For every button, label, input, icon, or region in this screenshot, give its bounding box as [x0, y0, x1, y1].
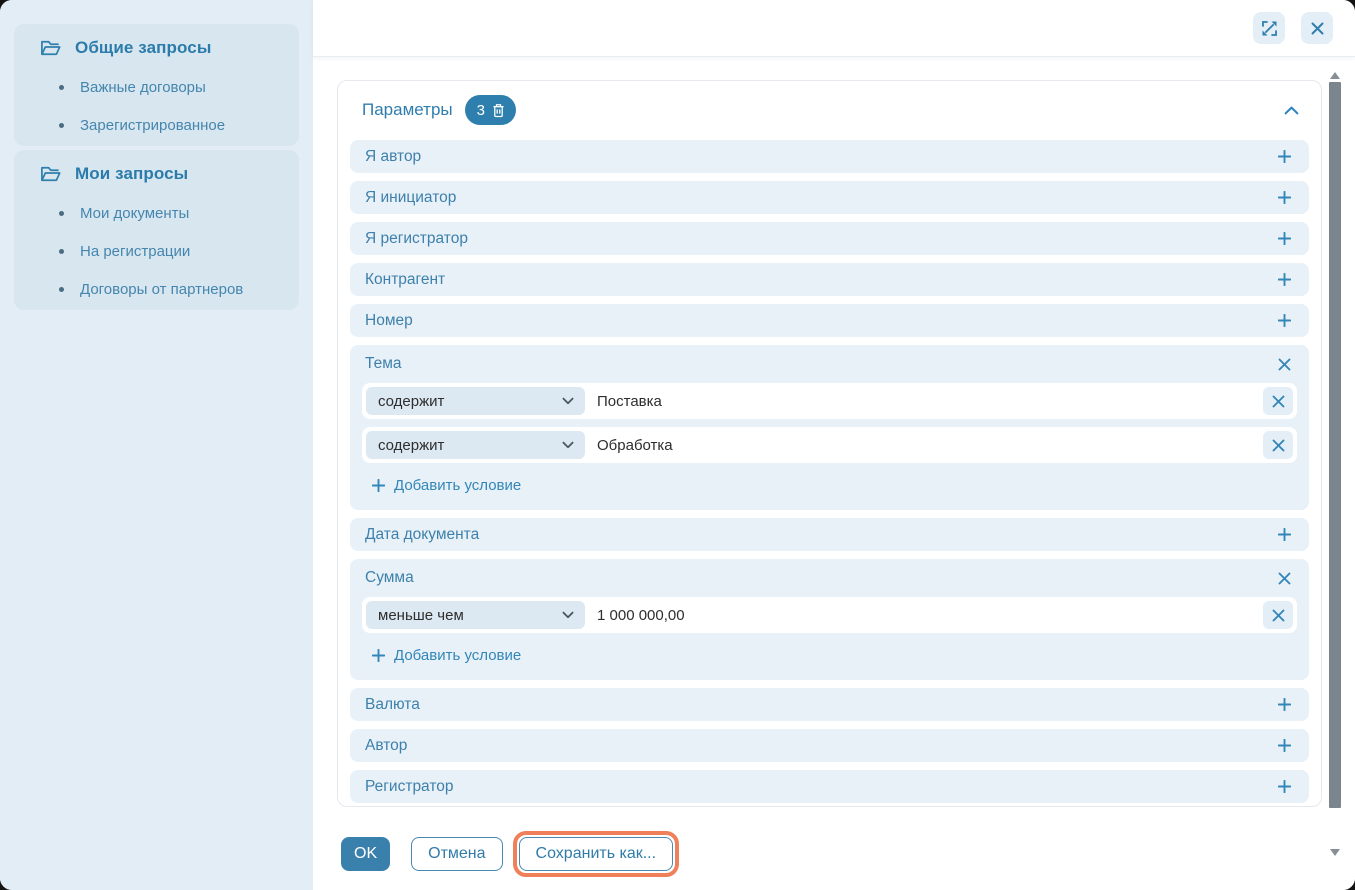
chevron-down-icon	[562, 397, 574, 405]
sidebar-item-my-documents[interactable]: Мои документы	[28, 194, 285, 232]
plus-icon	[372, 479, 385, 492]
cancel-button[interactable]: Отмена	[411, 837, 502, 871]
scrollbar-up-arrow[interactable]	[1330, 72, 1340, 79]
sidebar-item-partner-contracts[interactable]: Договоры от партнеров	[28, 270, 285, 308]
query-filter-dialog: Общие запросы Важные договоры Зарегистри…	[0, 0, 1355, 890]
scrollbar-down-arrow[interactable]	[1330, 849, 1340, 856]
plus-icon[interactable]	[1276, 271, 1293, 288]
dialog-footer: OK Отмена Сохранить как...	[341, 831, 1322, 877]
remove-condition-button[interactable]	[1263, 431, 1293, 459]
bullet-icon	[59, 287, 64, 292]
plus-icon[interactable]	[1276, 312, 1293, 329]
sidebar-group-header-common[interactable]: Общие запросы	[28, 32, 285, 64]
scrollbar-thumb[interactable]	[1329, 82, 1341, 808]
main-area: Параметры 3	[313, 0, 1355, 890]
plus-icon[interactable]	[1276, 230, 1293, 247]
save-as-button[interactable]: Сохранить как...	[519, 837, 674, 871]
operator-select[interactable]: содержит	[366, 387, 585, 415]
filter-row-document-date[interactable]: Дата документа	[350, 518, 1309, 551]
collapse-parameters-button[interactable]	[1280, 102, 1303, 119]
dialog-topbar	[313, 0, 1355, 57]
sidebar-item-on-registration[interactable]: На регистрации	[28, 232, 285, 270]
filter-row-author-me[interactable]: Я автор	[350, 140, 1309, 173]
filter-rows: Я автор Я инициатор Я регистратор	[338, 125, 1321, 803]
plus-icon	[372, 649, 385, 662]
plus-icon[interactable]	[1276, 696, 1293, 713]
condition-row: содержит Поставка	[362, 383, 1297, 419]
chevron-down-icon	[562, 611, 574, 619]
chevron-down-icon	[562, 441, 574, 449]
add-condition-button[interactable]: Добавить условие	[362, 471, 521, 510]
sidebar-item-registered[interactable]: Зарегистрированное	[28, 106, 285, 144]
bullet-icon	[59, 85, 64, 90]
highlight-ring: Сохранить как...	[513, 831, 680, 877]
clear-filters-badge[interactable]: 3	[465, 95, 516, 125]
bullet-icon	[59, 211, 64, 216]
sidebar-group-items: Мои документы На регистрации Договоры от…	[28, 194, 285, 310]
sidebar-item-important-contracts[interactable]: Важные договоры	[28, 68, 285, 106]
filters-count: 3	[477, 102, 485, 119]
add-condition-button[interactable]: Добавить условие	[362, 641, 521, 680]
remove-filter-icon[interactable]	[1276, 356, 1293, 373]
filter-row-author[interactable]: Автор	[350, 729, 1309, 762]
remove-filter-icon[interactable]	[1276, 570, 1293, 587]
condition-value-input[interactable]: Обработка	[597, 437, 1263, 454]
ok-button[interactable]: OK	[341, 837, 390, 871]
condition-value-input[interactable]: 1 000 000,00	[597, 607, 1263, 624]
dialog-content: Параметры 3	[313, 57, 1355, 890]
close-dialog-button[interactable]	[1301, 12, 1333, 44]
plus-icon[interactable]	[1276, 526, 1293, 543]
remove-condition-button[interactable]	[1263, 601, 1293, 629]
sidebar-group-title: Мои запросы	[75, 164, 188, 184]
sidebar-group-common-queries: Общие запросы Важные договоры Зарегистри…	[14, 24, 299, 146]
condition-row: содержит Обработка	[362, 427, 1297, 463]
sidebar-group-header-my[interactable]: Мои запросы	[28, 158, 285, 190]
bullet-icon	[59, 249, 64, 254]
filter-row-initiator-me[interactable]: Я инициатор	[350, 181, 1309, 214]
operator-select[interactable]: содержит	[366, 431, 585, 459]
sidebar-group-my-queries: Мои запросы Мои документы На регистрации…	[14, 150, 299, 310]
filter-section-amount: Сумма меньше чем	[350, 559, 1309, 680]
close-icon	[1310, 21, 1325, 36]
filter-section-amount-header: Сумма	[362, 559, 1297, 597]
plus-icon[interactable]	[1276, 737, 1293, 754]
folder-open-icon	[40, 39, 61, 57]
filter-row-counterparty[interactable]: Контрагент	[350, 263, 1309, 296]
bullet-icon	[59, 123, 64, 128]
filter-row-registrar[interactable]: Регистратор	[350, 770, 1309, 803]
sidebar-group-items: Важные договоры Зарегистрированное	[28, 68, 285, 146]
parameters-panel: Параметры 3	[337, 80, 1322, 807]
filter-row-number[interactable]: Номер	[350, 304, 1309, 337]
plus-icon[interactable]	[1276, 189, 1293, 206]
folder-open-icon	[40, 165, 61, 183]
expand-dialog-button[interactable]	[1253, 12, 1285, 44]
plus-icon[interactable]	[1276, 148, 1293, 165]
sidebar-group-title: Общие запросы	[75, 38, 211, 58]
parameters-header: Параметры 3	[338, 81, 1321, 125]
sidebar: Общие запросы Важные договоры Зарегистри…	[0, 0, 313, 890]
filter-section-subject: Тема содержит	[350, 345, 1309, 510]
parameters-title: Параметры	[362, 100, 453, 120]
plus-icon[interactable]	[1276, 778, 1293, 795]
filter-row-currency[interactable]: Валюта	[350, 688, 1309, 721]
expand-icon	[1261, 20, 1278, 37]
vertical-scrollbar	[1329, 70, 1341, 858]
operator-select[interactable]: меньше чем	[366, 601, 585, 629]
filter-row-registrar-me[interactable]: Я регистратор	[350, 222, 1309, 255]
condition-value-input[interactable]: Поставка	[597, 393, 1263, 410]
trash-icon	[492, 103, 505, 118]
chevron-up-icon	[1284, 106, 1299, 115]
condition-row: меньше чем 1 000 000,00	[362, 597, 1297, 633]
filter-section-subject-header: Тема	[362, 345, 1297, 383]
remove-condition-button[interactable]	[1263, 387, 1293, 415]
